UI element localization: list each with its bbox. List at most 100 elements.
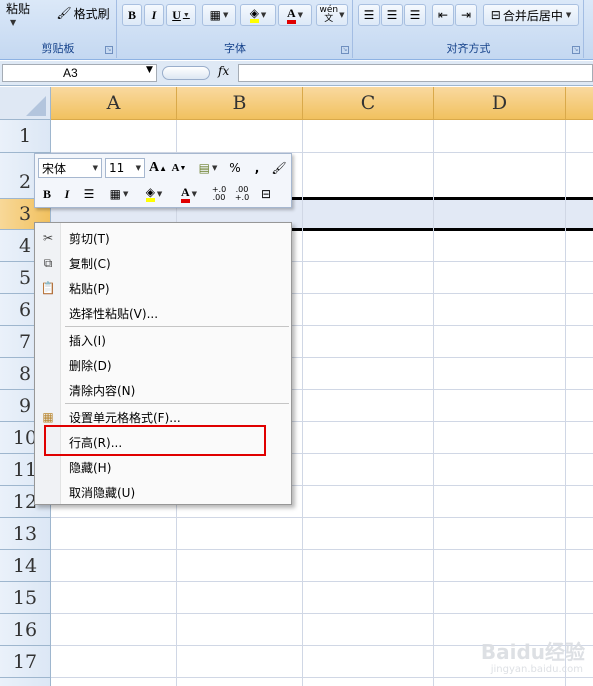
increase-indent-icon: ⇥	[460, 8, 472, 22]
menu-item-unhide[interactable]: 取消隐藏(U)	[35, 480, 291, 504]
menu-item-insert[interactable]: 插入(I)	[35, 328, 291, 352]
font-color-button[interactable]: A ▼	[278, 4, 312, 26]
phonetic-guide-button[interactable]: wén 文 ▼	[316, 4, 348, 26]
row-header-14[interactable]: 14	[0, 550, 51, 582]
copy-icon: ⧉	[43, 255, 53, 270]
column-header-c[interactable]: C	[303, 87, 434, 120]
name-box-dropdown-icon[interactable]: ▼	[146, 65, 153, 75]
italic-mini-button[interactable]: I	[58, 184, 76, 204]
watermark-sub-text: jingyan.baidu.com	[490, 664, 583, 675]
italic-button[interactable]: I	[144, 4, 164, 26]
clipboard-group-label: 剪贴板	[41, 42, 75, 55]
paste-button[interactable]: 粘贴	[6, 0, 30, 17]
menu-item-copy[interactable]: ⧉ 复制(C)	[35, 251, 291, 275]
alignment-group: ☰ ☰ ☰ ⇤ ⇥ ⊟ 合并后居中 ▼ 对齐方式 ↘	[354, 0, 584, 58]
chevron-down-icon: ▼	[135, 164, 141, 172]
font-size-value: 11	[109, 161, 125, 175]
menu-item-delete[interactable]: 删除(D)	[35, 353, 291, 377]
decrease-indent-icon: ⇤	[437, 8, 449, 22]
gridline	[51, 581, 593, 582]
align-left-icon: ☰	[363, 8, 375, 22]
bold-mini-button[interactable]: B	[38, 184, 56, 204]
column-header-d[interactable]: D	[434, 87, 566, 120]
shrink-font-button[interactable]: A ▼	[169, 158, 189, 178]
increase-decimal-button[interactable]: +.0 .00	[208, 184, 230, 204]
row-header-16[interactable]: 16	[0, 614, 51, 646]
merge-icon: ⊟	[490, 8, 501, 22]
format-painter-mini-button[interactable]: 🖌	[269, 158, 289, 178]
font-color-icon: A	[286, 6, 296, 24]
merge-cells-mini-button[interactable]: ⊟	[255, 184, 277, 204]
row-header-17[interactable]: 17	[0, 646, 51, 678]
column-header-e[interactable]	[566, 87, 593, 120]
menu-item-paste[interactable]: 📋 粘贴(P)	[35, 276, 291, 300]
font-dialog-launcher-icon[interactable]: ↘	[341, 46, 349, 54]
merge-center-button[interactable]: ⊟ 合并后居中 ▼	[483, 4, 579, 26]
formula-input[interactable]	[238, 64, 593, 82]
name-box[interactable]: A3	[2, 64, 157, 82]
row-header-18[interactable]	[0, 678, 51, 686]
fill-color-button[interactable]: ◈ ▼	[240, 4, 276, 26]
comma-button[interactable]: ,	[248, 158, 266, 178]
menu-item-label: 设置单元格格式(F)...	[69, 410, 181, 425]
borders-button[interactable]: ▦ ▼	[202, 4, 236, 26]
underline-button[interactable]: U ▼	[166, 4, 196, 26]
insert-function-button[interactable]: fx	[218, 64, 229, 78]
menu-item-paste-special[interactable]: 选择性粘贴(V)...	[35, 301, 291, 325]
watermark-main-text: Baidu经验	[480, 640, 585, 664]
select-all-button[interactable]	[0, 87, 51, 120]
borders-mini-button[interactable]: ▦ ▼	[103, 184, 135, 204]
align-left-button[interactable]: ☰	[358, 4, 380, 26]
decrease-indent-button[interactable]: ⇤	[432, 4, 454, 26]
gridline	[51, 613, 593, 614]
menu-item-label: 复制(C)	[69, 256, 111, 271]
align-center-button[interactable]: ☰	[381, 4, 403, 26]
menu-item-cut[interactable]: ✂ 剪切(T)	[35, 226, 291, 250]
borders-icon: ▦	[209, 8, 221, 22]
grow-font-button[interactable]: A ▲	[148, 158, 168, 178]
paste-icon: 📋	[40, 281, 56, 295]
gridline	[51, 517, 593, 518]
percent-button[interactable]: %	[226, 158, 244, 178]
alignment-group-label: 对齐方式	[446, 42, 491, 55]
bold-button[interactable]: B	[122, 4, 142, 26]
align-right-button[interactable]: ☰	[404, 4, 426, 26]
font-group-label: 字体	[224, 42, 246, 55]
row-header-1[interactable]: 1	[0, 120, 51, 153]
format-painter-label: 格式刷	[73, 6, 110, 21]
menu-item-clear-contents[interactable]: 清除内容(N)	[35, 378, 291, 402]
menu-item-label: 取消隐藏(U)	[69, 485, 136, 500]
accounting-format-button[interactable]: ▤ ▼	[191, 158, 225, 178]
row-header-15[interactable]: 15	[0, 582, 51, 614]
column-header-a[interactable]: A	[51, 87, 177, 120]
alignment-dialog-launcher-icon[interactable]: ↘	[572, 46, 580, 54]
increase-indent-button[interactable]: ⇥	[455, 4, 477, 26]
gridline	[565, 120, 566, 686]
column-header-b[interactable]: B	[177, 87, 303, 120]
center-mini-button[interactable]: ☰	[79, 184, 99, 204]
menu-item-label: 粘贴(P)	[69, 281, 110, 296]
menu-item-label: 清除内容(N)	[69, 383, 136, 398]
clipboard-dialog-launcher-icon[interactable]: ↘	[105, 46, 113, 54]
clipboard-group: 粘贴 ▼ 🖌 格式刷 剪贴板 ↘	[0, 0, 117, 58]
formula-bar-splitter[interactable]	[162, 66, 210, 80]
formula-bar: A3 ▼ fx	[0, 61, 593, 86]
menu-item-label: 隐藏(H)	[69, 460, 112, 475]
format-painter-button[interactable]: 🖌 格式刷	[52, 2, 114, 24]
currency-icon: ▤	[198, 161, 210, 175]
menu-separator	[65, 326, 289, 327]
paste-dropdown-arrow[interactable]: ▼	[10, 18, 16, 27]
gridline	[51, 549, 593, 550]
merge-icon: ⊟	[260, 187, 272, 201]
decrease-decimal-button[interactable]: .00 +.0	[231, 184, 253, 204]
fill-color-mini-button[interactable]: ◈ ▼	[138, 184, 170, 204]
menu-item-hide[interactable]: 隐藏(H)	[35, 455, 291, 479]
row-header-13[interactable]: 13	[0, 518, 51, 550]
font-name-combo[interactable]: 宋体 ▼	[38, 158, 102, 178]
brush-icon: 🖌	[271, 161, 287, 175]
align-center-icon: ☰	[83, 187, 95, 201]
menu-item-label: 选择性粘贴(V)...	[69, 306, 159, 321]
font-size-combo[interactable]: 11 ▼	[105, 158, 145, 178]
font-color-mini-button[interactable]: A ▼	[173, 184, 205, 204]
fill-bucket-icon: ◈	[249, 7, 259, 23]
